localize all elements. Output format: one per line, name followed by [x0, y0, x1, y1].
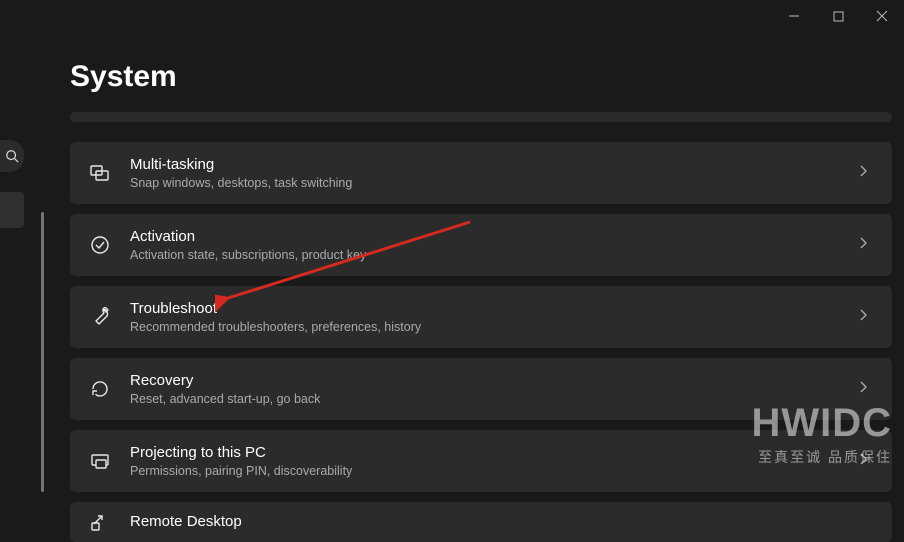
maximize-button[interactable]	[828, 6, 848, 26]
sidebar-collapsed	[0, 140, 24, 228]
card-activation[interactable]: Activation Activation state, subscriptio…	[70, 214, 892, 276]
card-title: Activation	[130, 228, 856, 247]
page-title: System	[70, 60, 892, 94]
remote-desktop-icon	[88, 510, 112, 534]
card-remote-desktop[interactable]: Remote Desktop	[70, 502, 892, 542]
window-titlebar	[784, 0, 904, 32]
partial-card-top[interactable]	[70, 112, 892, 122]
card-title: Remote Desktop	[130, 513, 870, 532]
chevron-right-icon	[856, 236, 870, 255]
card-recovery[interactable]: Recovery Reset, advanced start-up, go ba…	[70, 358, 892, 420]
check-circle-icon	[88, 233, 112, 257]
card-projecting[interactable]: Projecting to this PC Permissions, pairi…	[70, 430, 892, 492]
card-troubleshoot[interactable]: Troubleshoot Recommended troubleshooters…	[70, 286, 892, 348]
card-title: Projecting to this PC	[130, 444, 856, 463]
card-multitasking[interactable]: Multi-tasking Snap windows, desktops, ta…	[70, 142, 892, 204]
projecting-icon	[88, 449, 112, 473]
recovery-icon	[88, 377, 112, 401]
search-icon	[5, 149, 19, 163]
card-desc: Recommended troubleshooters, preferences…	[130, 320, 856, 334]
chevron-right-icon	[856, 452, 870, 471]
close-button[interactable]	[872, 6, 892, 26]
card-desc: Activation state, subscriptions, product…	[130, 248, 856, 262]
scrollbar-thumb[interactable]	[41, 212, 44, 492]
minimize-button[interactable]	[784, 6, 804, 26]
chevron-right-icon	[856, 308, 870, 327]
sidebar-item-system[interactable]	[0, 192, 24, 228]
multitask-icon	[88, 161, 112, 185]
chevron-right-icon	[856, 164, 870, 183]
card-desc: Permissions, pairing PIN, discoverabilit…	[130, 464, 856, 478]
chevron-right-icon	[856, 380, 870, 399]
card-title: Troubleshoot	[130, 300, 856, 319]
card-desc: Reset, advanced start-up, go back	[130, 392, 856, 406]
wrench-icon	[88, 305, 112, 329]
card-desc: Snap windows, desktops, task switching	[130, 176, 856, 190]
search-pill[interactable]	[0, 140, 24, 172]
card-title: Multi-tasking	[130, 156, 856, 175]
card-title: Recovery	[130, 372, 856, 391]
